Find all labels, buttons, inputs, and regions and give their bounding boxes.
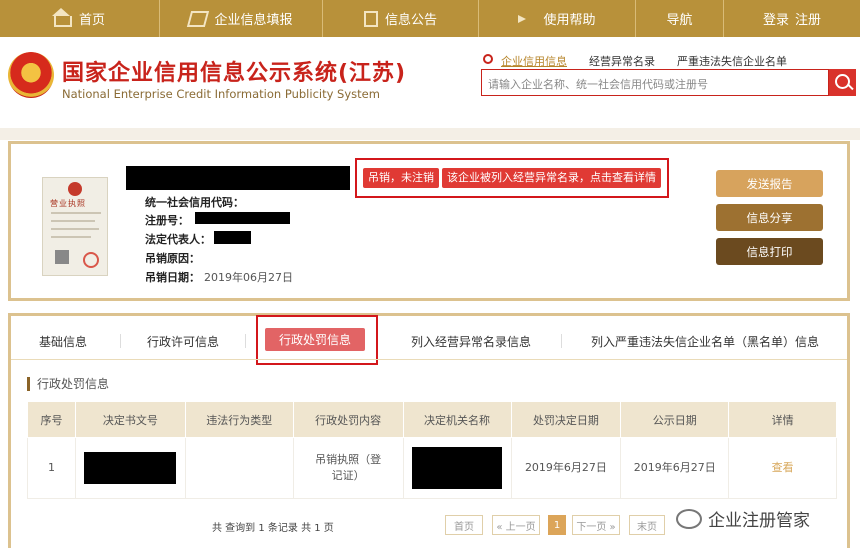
top-nav: 首页 企业信息填报 信息公告 使用帮助 导航 登录 注册 [0,0,860,37]
cell-decision-date: 2019年6月27日 [510,437,622,499]
pager-last[interactable]: 末页 [629,515,665,535]
nav-report-label: 企业信息填报 [214,13,293,28]
send-report-button[interactable]: 发送报告 [716,170,823,197]
wechat-icon [676,508,702,529]
redacted-company-name [126,166,350,190]
col-header: 违法行为类型 [184,401,294,438]
redacted-doc-no [84,452,177,484]
revoke-date-value: 2019年06月27日 [204,271,293,284]
redacted-authority [412,447,503,489]
tab-separator [120,334,121,348]
license-line [51,236,91,238]
search-type-tabs: 企业信用信息 经营异常名录 严重违法失信企业名单 [483,53,809,69]
business-license-image[interactable]: 营业执照 [42,177,108,276]
view-detail-link[interactable]: 查看 [772,461,794,474]
revoke-reason-label: 吊销原因： [145,252,200,265]
cell-detail: 查看 [728,437,837,499]
section-title: 行政处罚信息 [27,377,109,391]
license-line [51,228,99,230]
nav-help[interactable]: 使用帮助 [479,0,636,37]
nav-report[interactable]: 企业信息填报 [160,0,323,37]
revoke-date-label: 吊销日期： [145,271,200,284]
col-header: 决定书文号 [74,401,186,438]
pager-current[interactable]: 1 [548,515,566,535]
cell-publish-date: 2019年6月27日 [620,437,730,499]
nav-notice-label: 信息公告 [384,13,437,28]
site-title: 国家企业信用信息公示系统(江苏) [62,61,407,86]
tab-penalty-info[interactable]: 行政处罚信息 [265,328,366,351]
national-emblem-icon [8,52,54,98]
table-row: 1 吊销执照（登记证） 2019年6月27日 2019年6月27日 查看 [27,437,837,499]
watermark-text: 企业注册管家 [708,511,810,531]
search-button[interactable] [829,69,856,96]
pager-first[interactable]: 首页 [445,515,483,535]
col-header: 行政处罚内容 [292,401,404,438]
search-icon [483,54,493,64]
cell-content: 吊销执照（登记证） [292,437,404,499]
login-link[interactable]: 登录 [763,9,789,28]
tab-separator [561,334,562,348]
print-button[interactable]: 信息打印 [716,238,823,265]
col-header: 处罚决定日期 [510,401,622,438]
tab-abnormal-list[interactable]: 列入经营异常名录信息 [411,333,531,350]
nav-auth: 登录 注册 [724,0,860,37]
cell-violation [184,437,294,499]
pen-icon [187,10,210,27]
qr-code-icon [55,250,69,264]
abnormal-list-link[interactable]: 该企业被列入经营异常名录，点击查看详情 [442,168,661,188]
cell-doc-no [74,437,186,499]
col-header: 决定机关名称 [402,401,512,438]
watermark: 企业注册管家 [676,506,810,531]
register-link[interactable]: 注册 [795,9,821,28]
tab-underline [11,359,847,360]
pager-next[interactable]: 下一页 » [572,515,620,535]
pager-summary: 共 查询到 1 条记录 共 1 页 [212,523,334,534]
penalty-table: 序号 决定书文号 违法行为类型 行政处罚内容 决定机关名称 处罚决定日期 公示日… [27,401,837,499]
search-input[interactable]: 请输入企业名称、统一社会信用代码或注册号 [481,69,829,96]
legal-rep-label: 法定代表人： [145,233,211,246]
col-header: 序号 [27,401,76,438]
credit-code-label: 统一社会信用代码： [145,196,244,209]
nav-home[interactable]: 首页 [0,0,160,37]
share-button[interactable]: 信息分享 [716,204,823,231]
col-header: 公示日期 [620,401,730,438]
reg-no-label: 注册号： [145,214,189,227]
search-tab-abnormal[interactable]: 经营异常名录 [589,53,655,69]
document-icon [363,10,378,27]
table-header-row: 序号 决定书文号 违法行为类型 行政处罚内容 决定机关名称 处罚决定日期 公示日… [27,401,837,438]
cell-no: 1 [27,437,76,499]
divider [0,128,860,140]
nav-home-label: 首页 [78,13,105,28]
tab-separator [245,334,246,348]
col-header: 详情 [728,401,837,438]
nav-notice[interactable]: 信息公告 [323,0,479,37]
tab-basic-info[interactable]: 基础信息 [39,333,87,350]
pager-prev[interactable]: « 上一页 [492,515,540,535]
penalty-content: 吊销执照（登记证） [315,453,382,482]
license-title: 营业执照 [50,199,86,208]
license-line [51,220,95,222]
speaker-icon [518,14,536,23]
tab-blacklist[interactable]: 列入严重违法失信企业名单（黑名单）信息 [591,333,819,350]
status-badge: 吊销，未注销 [363,168,439,188]
site-subtitle: National Enterprise Credit Information P… [62,87,380,101]
license-line [51,212,101,214]
search-tab-blacklist[interactable]: 严重违法失信企业名单 [677,53,787,69]
search-tab-credit[interactable]: 企业信用信息 [501,53,567,69]
seal-icon [83,252,99,268]
nav-help-label: 使用帮助 [543,13,596,28]
redacted-legal-rep [214,231,251,244]
home-icon [51,7,72,27]
nav-guide-label: 导航 [666,13,693,28]
nav-guide[interactable]: 导航 [636,0,724,37]
redacted-reg-no [195,212,290,224]
license-emblem-icon [68,182,82,196]
cell-authority [402,437,512,499]
tab-license-info[interactable]: 行政许可信息 [147,333,219,350]
